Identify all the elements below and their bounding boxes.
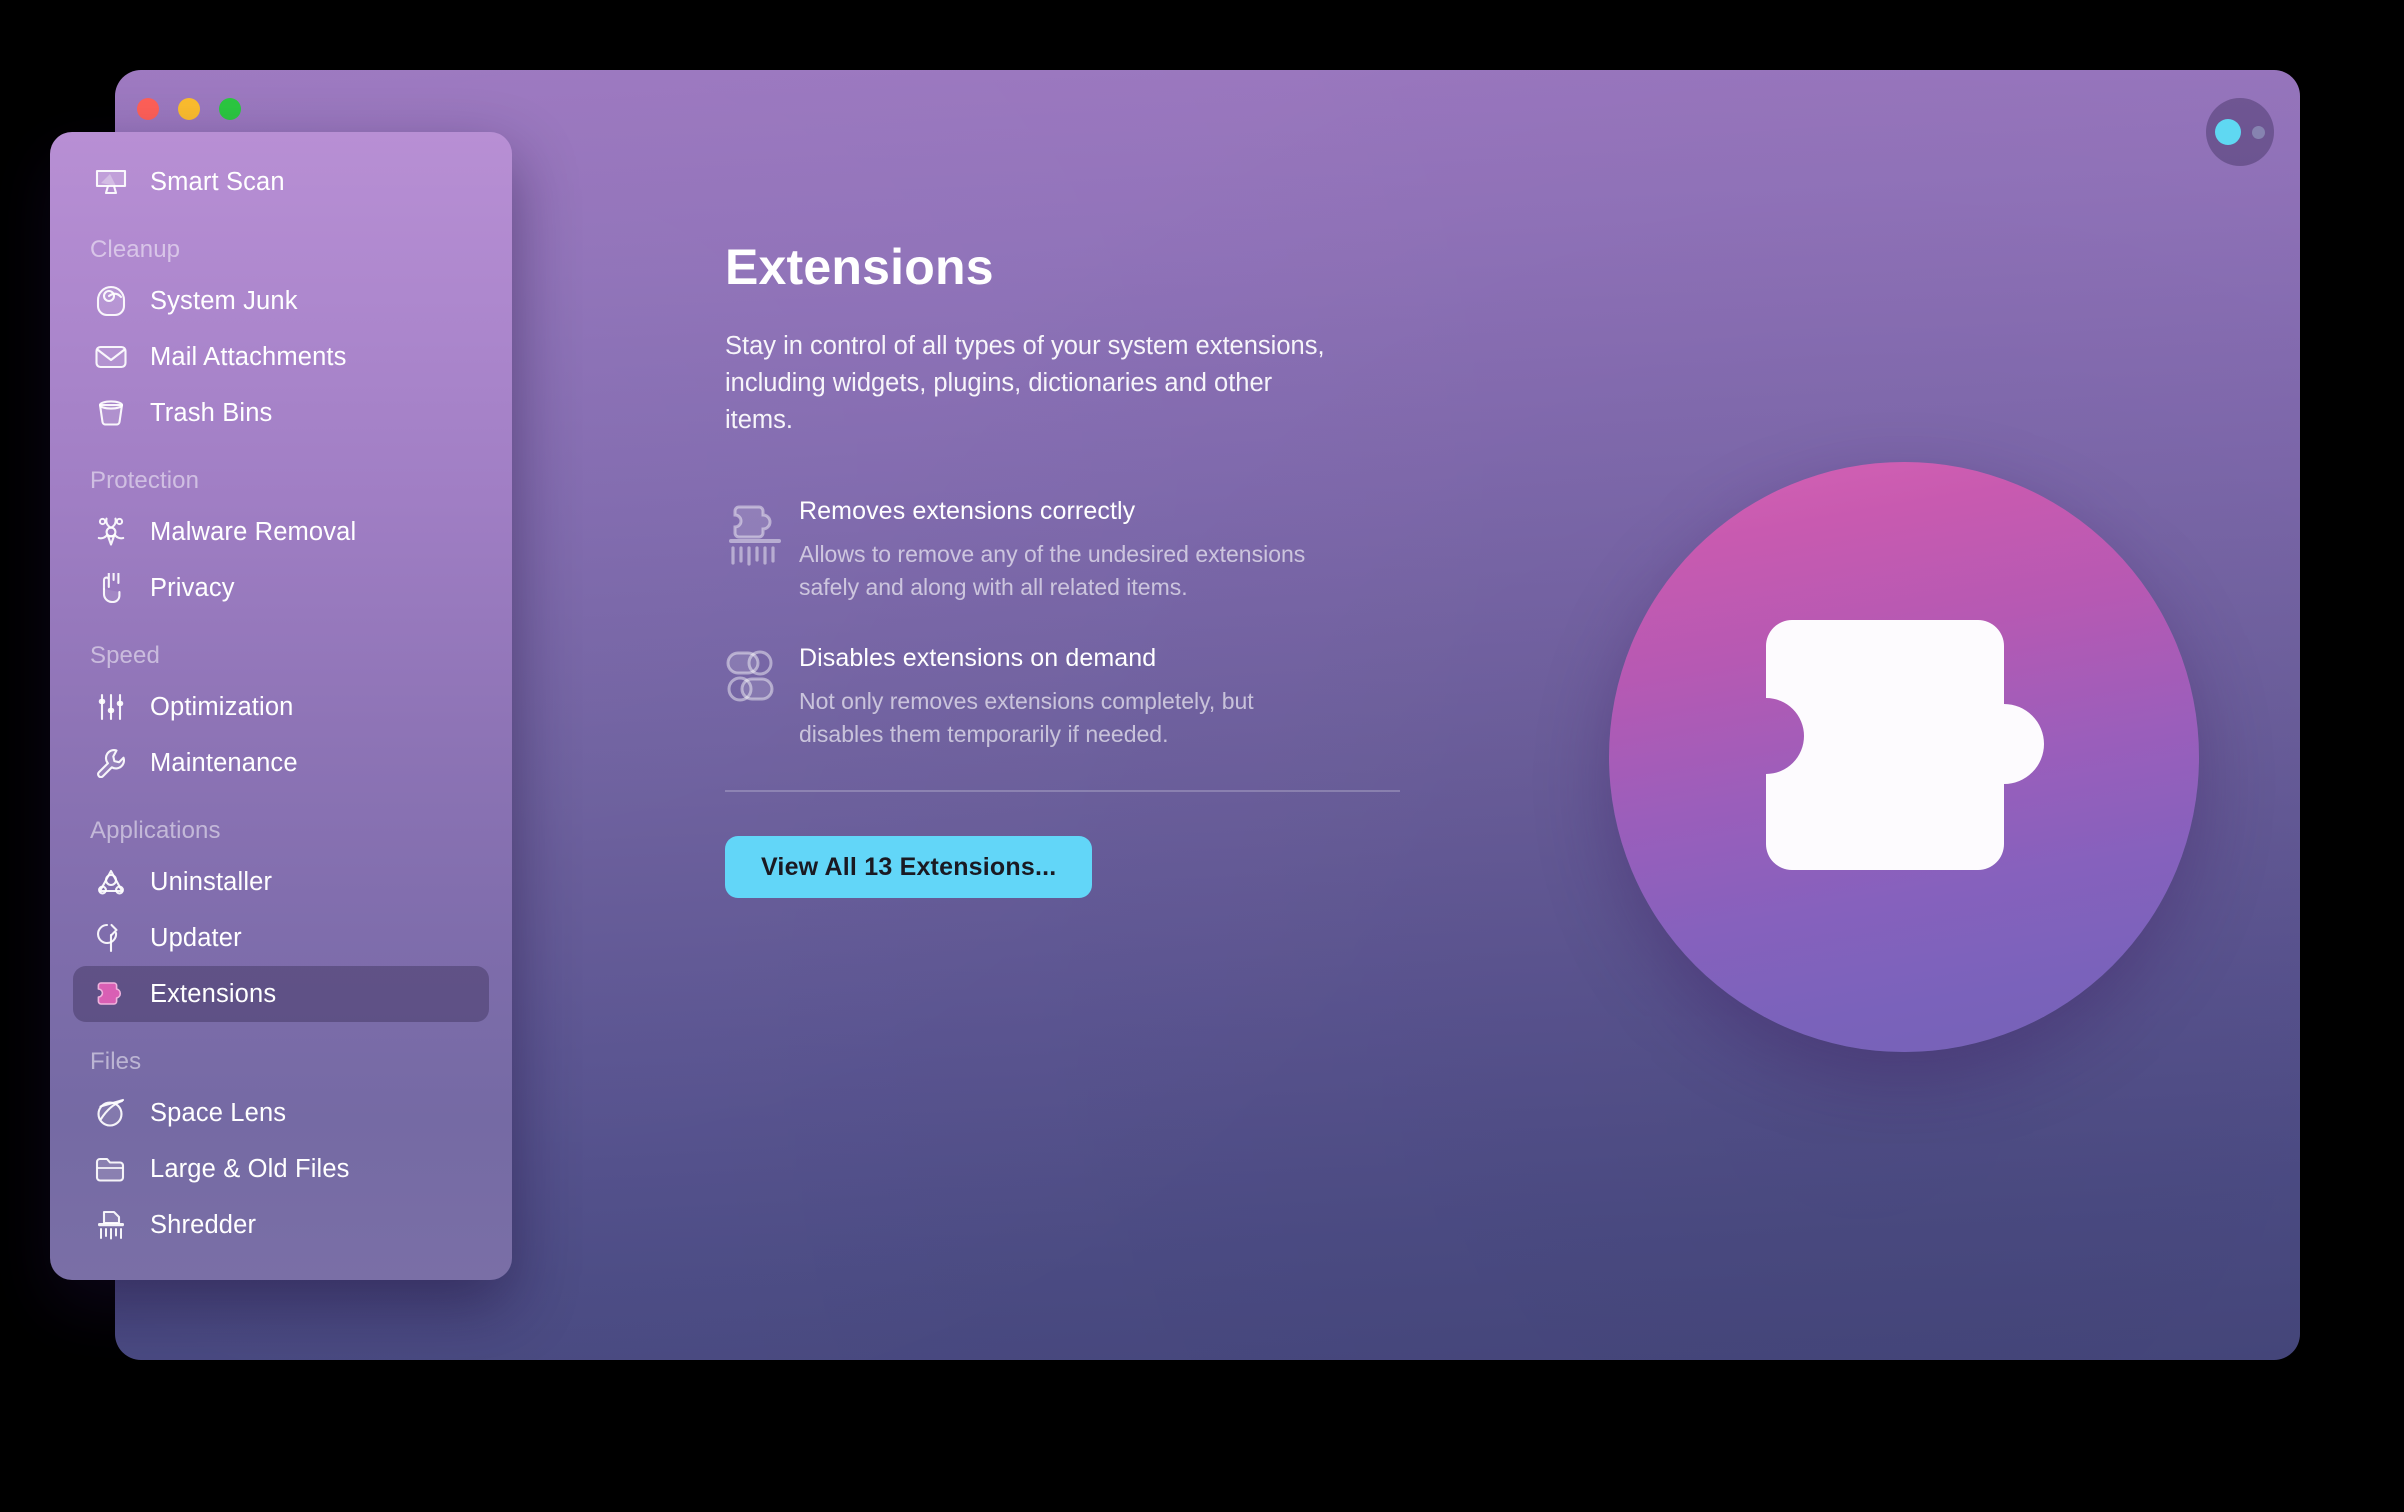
display-scan-icon <box>90 165 132 199</box>
sidebar-item-label: Trash Bins <box>150 398 273 427</box>
sidebar-item-extensions[interactable]: Extensions <box>73 966 489 1022</box>
screen: Extensions Stay in control of all types … <box>0 0 2404 1512</box>
status-dot-inactive <box>2252 125 2265 139</box>
sidebar-item-mail-attachments[interactable]: Mail Attachments <box>73 329 489 385</box>
sidebar-section-protection: Protection <box>90 467 200 494</box>
sidebar-item-label: Mail Attachments <box>150 342 347 371</box>
sidebar-item-privacy[interactable]: Privacy <box>73 560 489 616</box>
sidebar-item-label: Privacy <box>150 573 235 602</box>
puzzle-shredder-icon <box>725 497 799 567</box>
feature-text: Allows to remove any of the undesired ex… <box>799 540 1306 600</box>
traffic-lights <box>137 98 241 120</box>
feature-item: Removes extensions correctly Allows to r… <box>725 497 2300 604</box>
planet-lens-icon <box>90 1096 132 1130</box>
sidebar-item-label: Space Lens <box>150 1098 287 1127</box>
feature-body: Disables extensions on demand Not only r… <box>799 644 1344 751</box>
feature-title: Removes extensions correctly <box>799 496 1136 525</box>
puzzle-piece-icon <box>90 977 132 1011</box>
toggle-switches-icon <box>725 644 799 714</box>
sidebar-item-space-lens[interactable]: Space Lens <box>73 1085 489 1141</box>
minimize-button[interactable] <box>178 98 200 120</box>
trash-bin-icon <box>90 396 132 430</box>
close-button[interactable] <box>137 98 159 120</box>
sidebar-item-label: Extensions <box>150 979 277 1008</box>
sidebar-item-label: System Junk <box>150 286 298 315</box>
broom-bucket-icon <box>90 284 132 318</box>
sidebar-item-label: Updater <box>150 923 242 952</box>
maximize-button[interactable] <box>219 98 241 120</box>
status-dot-active <box>2215 119 2241 145</box>
sidebar-item-large-old-files[interactable]: Large & Old Files <box>73 1141 489 1197</box>
sidebar-item-label: Maintenance <box>150 748 298 777</box>
feature-text: Not only removes extensions completely, … <box>799 687 1254 747</box>
sidebar-section-speed: Speed <box>90 642 160 669</box>
sidebar-item-label: Malware Removal <box>150 517 357 546</box>
sidebar-item-label: Uninstaller <box>150 867 273 896</box>
view-all-extensions-button[interactable]: View All 13 Extensions... <box>725 836 1093 899</box>
feature-list: Removes extensions correctly Allows to r… <box>725 497 2300 751</box>
sidebar-section-files: Files <box>90 1048 142 1075</box>
envelope-icon <box>90 340 132 374</box>
sidebar-item-label: Shredder <box>150 1210 257 1239</box>
page-title: Extensions <box>725 239 994 295</box>
account-status-icon[interactable] <box>2206 98 2274 166</box>
feature-item: Disables extensions on demand Not only r… <box>725 644 2300 751</box>
main-content: Extensions Stay in control of all types … <box>725 238 2300 1360</box>
sidebar-item-uninstaller[interactable]: Uninstaller <box>73 854 489 910</box>
hand-stop-icon <box>90 571 132 605</box>
folder-icon <box>90 1152 132 1186</box>
sidebar-item-malware-removal[interactable]: Malware Removal <box>73 504 489 560</box>
wrench-icon <box>90 746 132 780</box>
feature-body: Removes extensions correctly Allows to r… <box>799 497 1344 604</box>
sliders-icon <box>90 690 132 724</box>
sidebar-item-trash-bins[interactable]: Trash Bins <box>73 385 489 441</box>
biohazard-icon <box>90 515 132 549</box>
sidebar-item-label: Optimization <box>150 692 294 721</box>
sidebar-item-label: Smart Scan <box>150 167 285 196</box>
page-description: Stay in control of all types of your sys… <box>725 332 1325 434</box>
sidebar: Smart Scan Cleanup System Junk Mail Attac… <box>50 132 512 1280</box>
shredder-icon <box>90 1208 132 1242</box>
sidebar-section-applications: Applications <box>90 817 221 844</box>
sidebar-item-label: Large & Old Files <box>150 1154 350 1183</box>
sidebar-section-cleanup: Cleanup <box>90 236 181 263</box>
sidebar-item-maintenance[interactable]: Maintenance <box>73 735 489 791</box>
divider <box>725 790 1400 793</box>
feature-title: Disables extensions on demand <box>799 643 1157 672</box>
sidebar-item-updater[interactable]: Updater <box>73 910 489 966</box>
sidebar-item-optimization[interactable]: Optimization <box>73 679 489 735</box>
app-store-icon <box>90 865 132 899</box>
sidebar-item-smart-scan[interactable]: Smart Scan <box>73 154 489 210</box>
refresh-arrow-icon <box>90 921 132 955</box>
sidebar-item-system-junk[interactable]: System Junk <box>73 273 489 329</box>
sidebar-item-shredder[interactable]: Shredder <box>73 1197 489 1253</box>
